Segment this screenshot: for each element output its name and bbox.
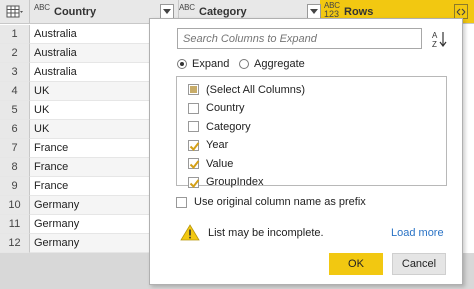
row-number[interactable]: 1 bbox=[0, 25, 30, 44]
filter-dropdown-button[interactable] bbox=[160, 4, 174, 19]
row-number[interactable]: 10 bbox=[0, 196, 30, 215]
expand-column-button[interactable] bbox=[454, 4, 468, 19]
aggregate-radio-label: Aggregate bbox=[254, 58, 305, 70]
text-type-icon[interactable]: ABC bbox=[34, 4, 54, 20]
column-checkbox[interactable] bbox=[188, 84, 199, 95]
prefix-checkbox-row[interactable]: Use original column name as prefix bbox=[176, 196, 366, 208]
column-checkbox[interactable] bbox=[188, 176, 200, 188]
table-icon bbox=[6, 5, 23, 17]
columns-list: (Select All Columns) Country Category Year V… bbox=[176, 76, 447, 188]
svg-text:A: A bbox=[432, 31, 438, 40]
column-header-label: Rows bbox=[344, 6, 374, 18]
aggregate-radio[interactable]: Aggregate bbox=[239, 58, 305, 70]
column-list-item[interactable]: Category bbox=[188, 119, 251, 134]
table-menu-button[interactable] bbox=[0, 0, 30, 24]
warning-icon bbox=[180, 224, 200, 241]
expand-radio-label: Expand bbox=[192, 58, 230, 70]
row-number[interactable]: 12 bbox=[0, 234, 30, 253]
row-number[interactable]: 5 bbox=[0, 101, 30, 120]
checkmark-icon bbox=[189, 178, 200, 188]
row-number[interactable]: 2 bbox=[0, 44, 30, 63]
chevron-down-icon bbox=[163, 9, 171, 14]
expand-icon bbox=[456, 8, 466, 15]
cancel-button[interactable]: Cancel bbox=[392, 253, 446, 275]
column-list-item[interactable]: Value bbox=[188, 156, 233, 171]
ok-button[interactable]: OK bbox=[329, 253, 383, 275]
row-number[interactable]: 9 bbox=[0, 177, 30, 196]
prefix-checkbox[interactable] bbox=[176, 196, 187, 208]
sort-az-icon: A Z bbox=[432, 31, 447, 48]
row-number[interactable]: 4 bbox=[0, 82, 30, 101]
row-number[interactable]: 3 bbox=[0, 63, 30, 82]
column-list-item[interactable]: (Select All Columns) bbox=[188, 82, 305, 97]
column-checkbox[interactable] bbox=[188, 139, 200, 151]
any-type-icon[interactable]: ABC 123 bbox=[324, 2, 344, 19]
column-checkbox[interactable] bbox=[188, 102, 199, 114]
prefix-label: Use original column name as prefix bbox=[194, 196, 366, 208]
incomplete-warning: List may be incomplete. bbox=[180, 224, 324, 241]
row-number[interactable]: 11 bbox=[0, 215, 30, 234]
load-more-link[interactable]: Load more bbox=[391, 227, 444, 239]
column-label: Year bbox=[206, 139, 229, 151]
column-label: (Select All Columns) bbox=[206, 83, 306, 96]
column-label: Category bbox=[206, 120, 251, 133]
column-header-label: Country bbox=[54, 6, 97, 18]
warning-text: List may be incomplete. bbox=[208, 226, 324, 239]
row-number[interactable]: 7 bbox=[0, 139, 30, 158]
filter-dropdown-button[interactable] bbox=[307, 4, 321, 19]
column-checkbox[interactable] bbox=[188, 158, 200, 170]
checkmark-icon bbox=[189, 160, 200, 170]
svg-text:Z: Z bbox=[432, 40, 437, 48]
row-number[interactable]: 8 bbox=[0, 158, 30, 177]
column-label: Value bbox=[206, 157, 234, 170]
column-label: Country bbox=[206, 102, 245, 114]
search-columns-input[interactable] bbox=[177, 28, 422, 49]
chevron-down-icon bbox=[310, 9, 318, 14]
sort-button[interactable]: A Z bbox=[429, 28, 449, 49]
column-label: GroupIndex bbox=[206, 176, 264, 188]
radio-unselected-icon bbox=[239, 59, 249, 69]
column-list-item[interactable]: Country bbox=[188, 101, 245, 116]
radio-selected-icon bbox=[177, 59, 187, 69]
checkmark-icon bbox=[189, 141, 200, 151]
expand-radio[interactable]: Expand bbox=[177, 58, 229, 70]
row-number[interactable]: 6 bbox=[0, 120, 30, 139]
column-checkbox[interactable] bbox=[188, 121, 199, 132]
column-list-item[interactable]: Year bbox=[188, 138, 228, 153]
expand-column-popup: A Z Expand Aggregate (Select All Columns… bbox=[149, 18, 463, 285]
column-list-item[interactable]: GroupIndex bbox=[188, 175, 263, 190]
column-header-label: Category bbox=[199, 6, 247, 18]
